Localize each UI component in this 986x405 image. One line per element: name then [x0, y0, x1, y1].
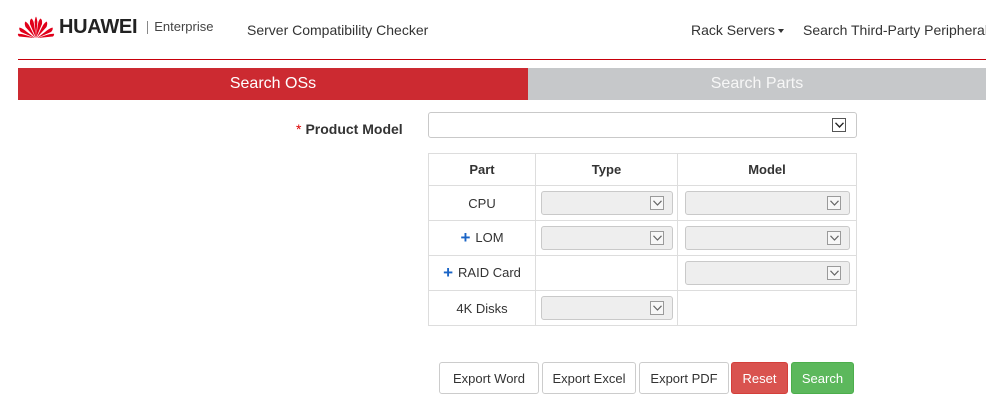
export-excel-button[interactable]: Export Excel — [542, 362, 636, 394]
part-raid-cell: + RAID Card — [428, 255, 536, 291]
col-type-header: Type — [535, 153, 678, 186]
disks-type-select[interactable] — [540, 296, 673, 320]
dropdown-arrow-icon — [649, 196, 664, 210]
table-row-cpu: CPU — [428, 185, 857, 221]
required-asterisk: * — [296, 121, 302, 137]
tab-search-os[interactable]: Search OSs — [18, 68, 528, 100]
nav-third-party-label: Search Third-Party Peripheral — [803, 22, 986, 38]
brand-divider — [147, 20, 149, 34]
dropdown-arrow-icon — [649, 301, 664, 315]
export-word-button[interactable]: Export Word — [439, 362, 539, 394]
dropdown-arrow-icon — [649, 231, 664, 245]
header-divider — [18, 59, 986, 60]
lom-model-select[interactable] — [684, 226, 850, 250]
table-row-disks: 4K Disks — [428, 290, 857, 326]
product-model-label-text: Product Model — [305, 121, 403, 137]
raid-model-cell — [677, 255, 857, 291]
cpu-model-cell — [677, 185, 857, 221]
dropdown-arrow-icon — [832, 118, 846, 132]
app-title[interactable]: Server Compatibility Checker — [247, 22, 428, 38]
reset-button[interactable]: Reset — [731, 362, 788, 394]
parts-table: Part Type Model CPU + LOM + RAID Card 4K… — [428, 153, 857, 326]
lom-type-select[interactable] — [540, 226, 673, 250]
table-row-raid: + RAID Card — [428, 255, 857, 291]
product-model-label: * Product Model — [296, 121, 403, 137]
nav-rack-servers-menu[interactable]: Rack Servers — [691, 22, 785, 38]
raid-model-select[interactable] — [684, 261, 850, 285]
cpu-type-cell — [535, 185, 678, 221]
huawei-logo[interactable]: HUAWEI Enterprise — [17, 15, 213, 39]
dropdown-arrow-icon — [826, 196, 841, 210]
raid-type-cell — [535, 255, 678, 291]
table-header-row: Part Type Model — [428, 153, 857, 186]
cpu-model-select[interactable] — [684, 191, 850, 215]
part-raid-label: RAID Card — [458, 265, 521, 280]
part-lom-label: LOM — [475, 230, 504, 245]
disks-model-cell — [677, 290, 857, 326]
product-model-select[interactable] — [428, 112, 857, 138]
cpu-type-select[interactable] — [540, 191, 673, 215]
col-model-header: Model — [677, 153, 857, 186]
expand-plus-icon[interactable]: + — [443, 263, 453, 282]
nav-rack-servers-label: Rack Servers — [691, 22, 776, 38]
col-part-header: Part — [428, 153, 536, 186]
export-pdf-button[interactable]: Export PDF — [639, 362, 729, 394]
caret-down-icon — [778, 29, 785, 34]
search-button[interactable]: Search — [791, 362, 854, 394]
dropdown-arrow-icon — [826, 266, 841, 280]
lom-type-cell — [535, 220, 678, 256]
expand-plus-icon[interactable]: + — [460, 228, 470, 247]
tab-search-parts[interactable]: Search Parts — [528, 68, 986, 100]
brand-sub: Enterprise — [154, 19, 214, 34]
lom-model-cell — [677, 220, 857, 256]
table-row-lom: + LOM — [428, 220, 857, 256]
dropdown-arrow-icon — [826, 231, 841, 245]
top-header: HUAWEI Enterprise Server Compatibility C… — [0, 0, 986, 60]
part-cpu-label: CPU — [428, 185, 536, 221]
part-lom-cell: + LOM — [428, 220, 536, 256]
nav-third-party-menu[interactable]: Search Third-Party Peripheral — [803, 22, 986, 38]
huawei-flower-icon — [17, 16, 55, 38]
part-disks-label: 4K Disks — [428, 290, 536, 326]
disks-type-cell — [535, 290, 678, 326]
brand-name: HUAWEI — [59, 16, 138, 38]
